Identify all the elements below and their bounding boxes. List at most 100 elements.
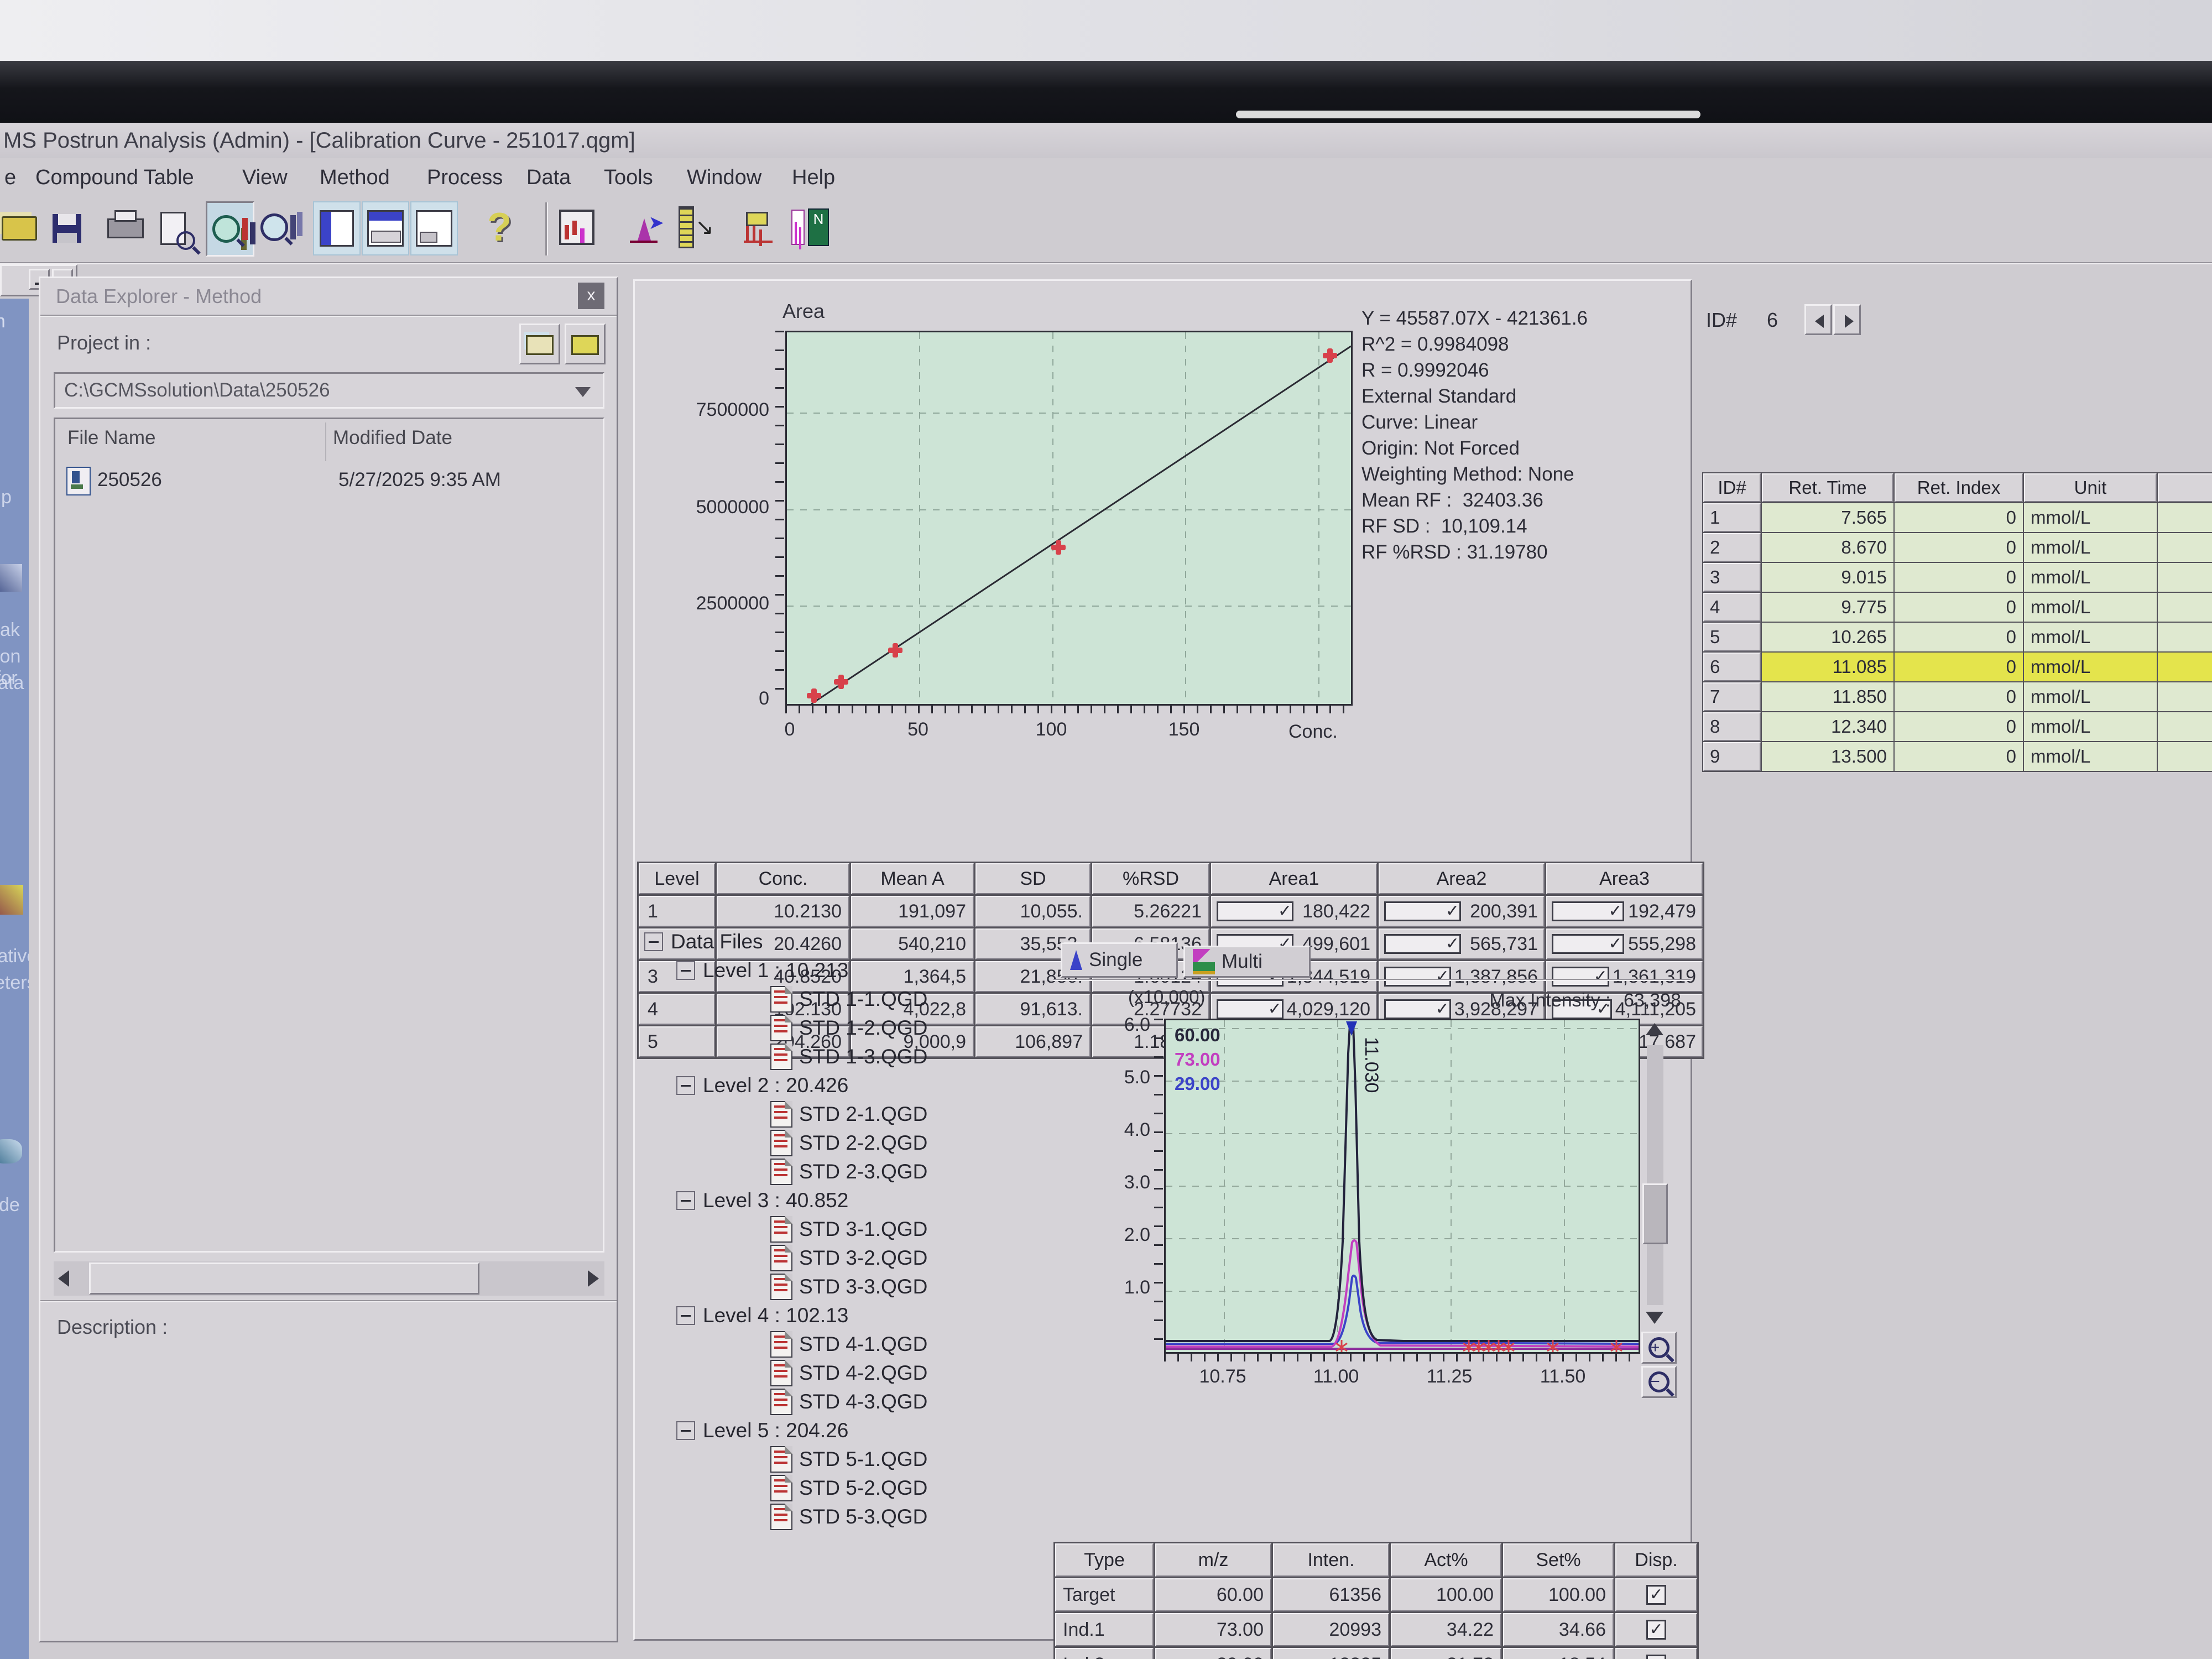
assistant-fragment[interactable]: ak — [0, 619, 20, 641]
tree-file[interactable]: STD 4-3.QGD — [770, 1387, 1053, 1416]
collapse-icon[interactable] — [676, 1421, 695, 1440]
set-cell[interactable]: 18.54 — [1503, 1648, 1614, 1659]
project-path-combobox[interactable]: C:\GCMSsolution\Data\250526 — [54, 372, 604, 409]
ret-time-cell[interactable]: 11.850 — [1762, 682, 1893, 711]
act-cell[interactable]: 34.22 — [1391, 1613, 1501, 1646]
partial-cell[interactable]: 59 — [2158, 682, 2212, 711]
tree-file[interactable]: STD 5-1.QGD — [770, 1445, 1053, 1474]
menu-item-method[interactable]: Method — [320, 166, 390, 190]
tree-file[interactable]: STD 5-3.QGD — [770, 1503, 1053, 1531]
disp-cell[interactable]: ✓ — [1615, 1648, 1697, 1659]
ret-time-cell[interactable]: 9.775 — [1762, 593, 1893, 622]
tree-level[interactable]: Level 5 : 204.26 — [676, 1416, 1053, 1445]
new-folder-button[interactable] — [565, 324, 606, 364]
ret-index-cell[interactable]: 0 — [1895, 682, 2023, 711]
checkbox-icon[interactable]: ✓ — [1384, 967, 1451, 987]
checkbox-icon[interactable]: ✓ — [1552, 967, 1609, 987]
partial-cell[interactable]: 7 — [2158, 653, 2212, 681]
collapse-icon[interactable] — [676, 1076, 695, 1095]
tree-file[interactable]: STD 4-2.QGD — [770, 1359, 1053, 1387]
unit-cell[interactable]: mmol/L — [2024, 712, 2157, 741]
conc-cell[interactable]: 10.2130 — [717, 896, 849, 927]
ret-time-cell[interactable]: 12.340 — [1762, 712, 1893, 741]
calibration-plot[interactable] — [785, 331, 1353, 706]
area3-cell[interactable]: ✓555,298 — [1546, 928, 1703, 959]
unit-cell[interactable]: mmol/L — [2024, 593, 2157, 622]
ret-index-cell[interactable]: 0 — [1895, 503, 2023, 532]
file-name-cell[interactable]: 250526 — [97, 469, 162, 491]
id-prev-button[interactable] — [1804, 304, 1832, 335]
unit-cell[interactable]: mmol/L — [2024, 653, 2157, 681]
row-id-cell[interactable]: 3 — [1703, 563, 1761, 592]
disp-cell[interactable]: ✓ — [1615, 1613, 1697, 1646]
checkbox-icon[interactable]: ✓ — [1217, 999, 1284, 1019]
row-id-cell[interactable]: 5 — [1703, 623, 1761, 651]
file-row[interactable]: 250526 5/27/2025 9:35 AM — [55, 466, 603, 499]
rsd-cell[interactable]: 5.26221 — [1092, 896, 1209, 927]
scroll-left-icon[interactable] — [58, 1270, 69, 1287]
partial-cell[interactable]: 73 — [2158, 742, 2212, 771]
assistant-icon-peak[interactable] — [0, 564, 22, 592]
unit-cell[interactable]: mmol/L — [2024, 563, 2157, 592]
assistant-fragment[interactable]: tative — [0, 946, 29, 967]
menu-item-view[interactable]: View — [242, 166, 288, 190]
collapse-icon[interactable] — [676, 1191, 695, 1210]
assistant-icon-mode[interactable] — [0, 1139, 22, 1164]
tree-level[interactable]: Level 1 : 10.213 — [676, 956, 1053, 985]
chevron-down-icon[interactable] — [575, 387, 591, 397]
type-cell[interactable]: Target — [1055, 1578, 1154, 1611]
ret-index-cell[interactable]: 0 — [1895, 563, 2023, 592]
tree-level[interactable]: Level 4 : 102.13 — [676, 1301, 1053, 1330]
checkbox-icon[interactable]: ✓ — [1646, 1655, 1666, 1659]
menu-item-data[interactable]: Data — [526, 166, 571, 190]
unit-cell[interactable]: mmol/L — [2024, 682, 2157, 711]
ret-time-cell[interactable]: 9.015 — [1762, 563, 1893, 592]
split-window-icon[interactable] — [362, 201, 409, 255]
unit-cell[interactable]: mmol/L — [2024, 533, 2157, 562]
tree-file[interactable]: STD 2-3.QGD — [770, 1157, 1053, 1186]
tree-file[interactable]: STD 2-1.QGD — [770, 1100, 1053, 1129]
chromatogram-plot[interactable]: 60.00 73.00 29.00 11.030 — [1164, 1019, 1640, 1354]
checkbox-icon[interactable]: ✓ — [1384, 901, 1461, 921]
area2-cell[interactable]: ✓1,387,856 — [1379, 961, 1545, 992]
open-folder-icon[interactable] — [0, 202, 42, 254]
tree-file[interactable]: STD 4-1.QGD — [770, 1330, 1053, 1359]
level-cell[interactable]: 1 — [639, 896, 715, 927]
ret-time-cell[interactable]: 10.265 — [1762, 623, 1893, 651]
print-icon[interactable] — [103, 202, 148, 254]
area1-cell[interactable]: ✓180,422 — [1211, 896, 1377, 927]
assistant-fragment[interactable]: eters — [0, 972, 29, 994]
single-window-icon[interactable] — [410, 201, 458, 255]
assistant-icon-quant[interactable] — [0, 885, 23, 915]
unit-cell[interactable]: mmol/L — [2024, 503, 2157, 532]
tree-file[interactable]: STD 1-2.QGD — [770, 1014, 1053, 1042]
zoom-in-button[interactable]: + — [1641, 1332, 1677, 1364]
ret-index-cell[interactable]: 0 — [1895, 533, 2023, 562]
collapse-icon[interactable] — [644, 932, 663, 951]
set-cell[interactable]: 34.66 — [1503, 1613, 1614, 1646]
menu-item-tools[interactable]: Tools — [604, 166, 653, 190]
hscroll-thumb[interactable] — [89, 1262, 479, 1295]
menu-item-help[interactable]: Help — [792, 166, 835, 190]
area3-cell[interactable]: ✓192,479 — [1546, 896, 1703, 927]
assistant-fragment[interactable]: de — [0, 1194, 20, 1216]
disp-cell[interactable]: ✓ — [1615, 1578, 1697, 1611]
partial-cell[interactable]: 4 — [2158, 563, 2212, 592]
menu-item-compound-table[interactable]: Compound Table — [35, 166, 194, 190]
qualitative-analysis-icon[interactable] — [554, 201, 599, 253]
type-cell[interactable]: Ind.1 — [1055, 1613, 1154, 1646]
id-next-button[interactable] — [1833, 304, 1861, 335]
row-id-cell[interactable]: 9 — [1703, 742, 1761, 771]
row-id-cell[interactable]: 2 — [1703, 533, 1761, 562]
tree-level[interactable]: Level 3 : 40.852 — [676, 1186, 1053, 1215]
help-icon[interactable]: ? — [477, 201, 522, 253]
sd-cell[interactable]: 10,055. — [975, 896, 1091, 927]
scroll-right-icon[interactable] — [588, 1270, 599, 1287]
spectrum-process-icon[interactable] — [735, 201, 781, 253]
peak-integration-icon[interactable]: ➤ — [623, 201, 668, 253]
collapse-icon[interactable] — [676, 961, 695, 980]
ret-time-cell[interactable]: 11.085 — [1762, 653, 1893, 681]
tab-multi[interactable]: Multi — [1183, 946, 1311, 978]
tree-file[interactable]: STD 2-2.QGD — [770, 1129, 1053, 1157]
scroll-down-icon[interactable] — [1646, 1312, 1663, 1324]
